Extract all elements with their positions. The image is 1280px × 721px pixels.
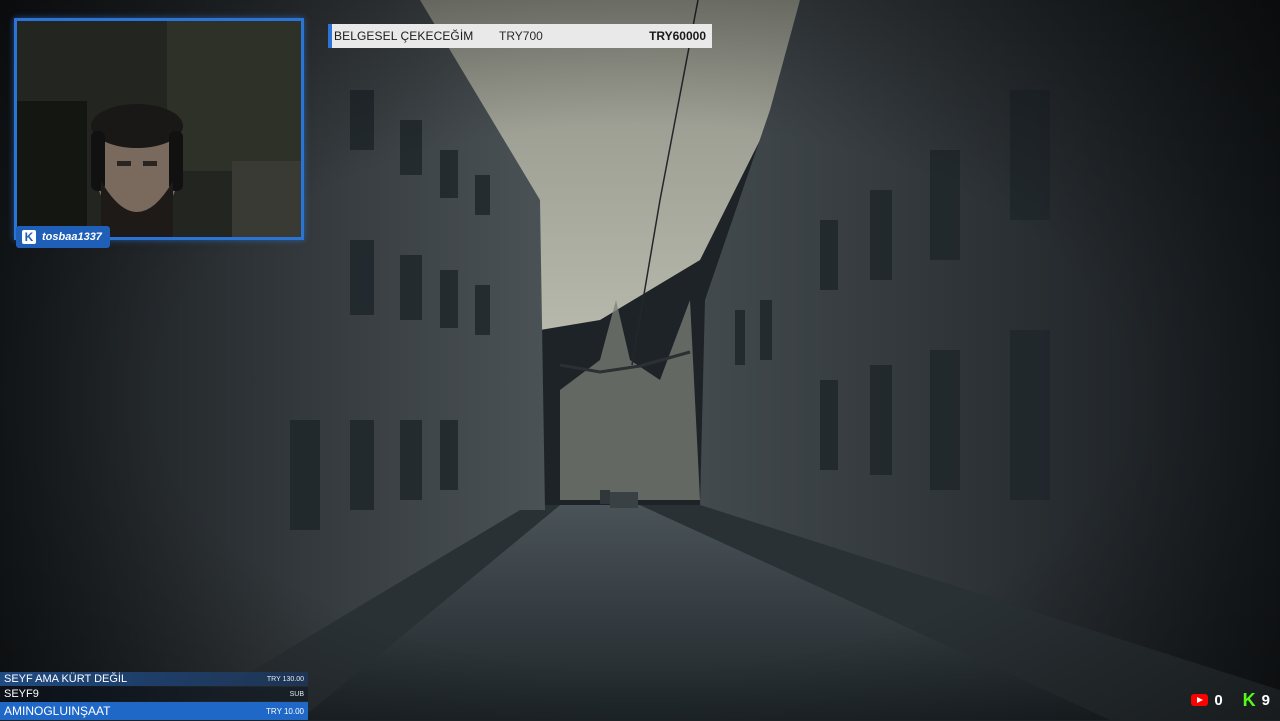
donation-amount: SUB (289, 690, 304, 698)
youtube-icon (1191, 694, 1209, 706)
webcam-feed (17, 21, 301, 237)
donation-amount: TRY 10.00 (266, 706, 304, 716)
kick-viewer-count: 9 (1261, 691, 1270, 709)
donor-name: SEYF AMA KÜRT DEĞİL (4, 673, 128, 685)
kick-icon: K (1242, 690, 1256, 710)
viewer-counters: 0 K 9 (1191, 691, 1270, 709)
donor-name: SEYF9 (4, 688, 39, 700)
donation-item: SEYF9 SUB (0, 687, 308, 701)
donor-name: AMINOGLUINŞAAT (4, 704, 111, 718)
donation-amount: TRY 130.00 (266, 675, 304, 683)
recent-donations-list: SEYF AMA KÜRT DEĞİL TRY 130.00 SEYF9 SUB… (0, 672, 308, 721)
goal-title: BELGESEL ÇEKECEĞİM (334, 29, 474, 43)
goal-target-amount: TRY60000 (649, 29, 706, 43)
youtube-viewer-count: 0 (1214, 691, 1223, 709)
donation-item: SEYF AMA KÜRT DEĞİL TRY 130.00 (0, 672, 308, 686)
goal-current-amount: TRY700 (499, 29, 543, 43)
streamer-name: tosbaa1337 (42, 231, 102, 243)
donation-goal-bar: BELGESEL ÇEKECEĞİM TRY700 TRY60000 (328, 24, 712, 48)
donation-item: AMINOGLUINŞAAT TRY 10.00 (0, 702, 308, 720)
kick-logo-icon: K (22, 230, 36, 244)
streamer-name-tag: K tosbaa1337 (16, 226, 110, 248)
webcam-overlay (14, 18, 304, 240)
